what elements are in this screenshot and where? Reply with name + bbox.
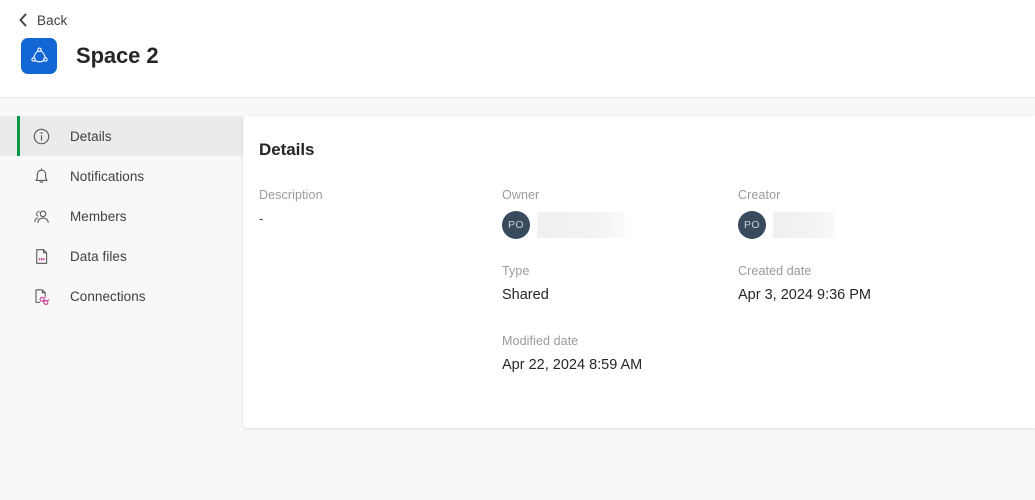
page-title: Space 2 [76,43,159,68]
field-label: Owner [502,188,540,202]
redacted-name-bar [773,212,835,238]
field-value: Apr 22, 2024 8:59 AM [502,357,643,373]
creator-user-chip[interactable]: PO [738,211,835,239]
field-label: Created date [738,264,812,278]
space-logo-icon[interactable] [21,38,57,74]
sidebar-item-data-files[interactable]: Data files [0,236,243,276]
field-value: - [259,211,264,226]
field-label: Type [502,264,530,278]
info-circle-icon [32,127,51,146]
avatar: PO [502,211,530,239]
field-label: Creator [738,188,781,202]
sidebar: Details Notifications Members Data files… [0,99,243,500]
connections-icon [32,287,51,306]
field-creator: Creator PO [738,188,835,239]
sidebar-item-connections[interactable]: Connections [0,276,243,316]
field-value: Apr 3, 2024 9:36 PM [738,287,871,303]
field-created-date: Created date Apr 3, 2024 9:36 PM [738,264,871,303]
app-header: Back Space 2 [0,0,1035,98]
field-label: Modified date [502,334,579,348]
sidebar-item-label: Connections [70,288,146,304]
field-value: Shared [502,287,549,303]
file-data-icon [32,247,51,266]
field-modified-date: Modified date Apr 22, 2024 8:59 AM [502,334,642,373]
back-button[interactable]: Back [14,9,71,31]
sidebar-item-notifications[interactable]: Notifications [0,156,243,196]
back-label: Back [37,12,68,28]
owner-user-chip[interactable]: PO [502,211,625,239]
field-label: Description [259,188,323,202]
details-panel: Details Description - Owner PO Creator P… [243,116,1035,428]
bell-icon [32,167,51,186]
sidebar-item-label: Members [70,208,127,224]
field-owner: Owner PO [502,188,625,239]
sidebar-item-label: Details [70,128,112,144]
sidebar-item-label: Data files [70,248,127,264]
field-description: Description - [259,188,323,226]
field-type: Type Shared [502,264,549,303]
sidebar-item-details[interactable]: Details [0,116,243,156]
avatar: PO [738,211,766,239]
people-icon [32,207,51,226]
space-identity: Space 2 [21,38,159,74]
chevron-left-icon [18,13,28,27]
redacted-name-bar [537,212,625,238]
details-heading: Details [259,140,315,159]
sidebar-item-members[interactable]: Members [0,196,243,236]
sidebar-item-label: Notifications [70,168,145,184]
